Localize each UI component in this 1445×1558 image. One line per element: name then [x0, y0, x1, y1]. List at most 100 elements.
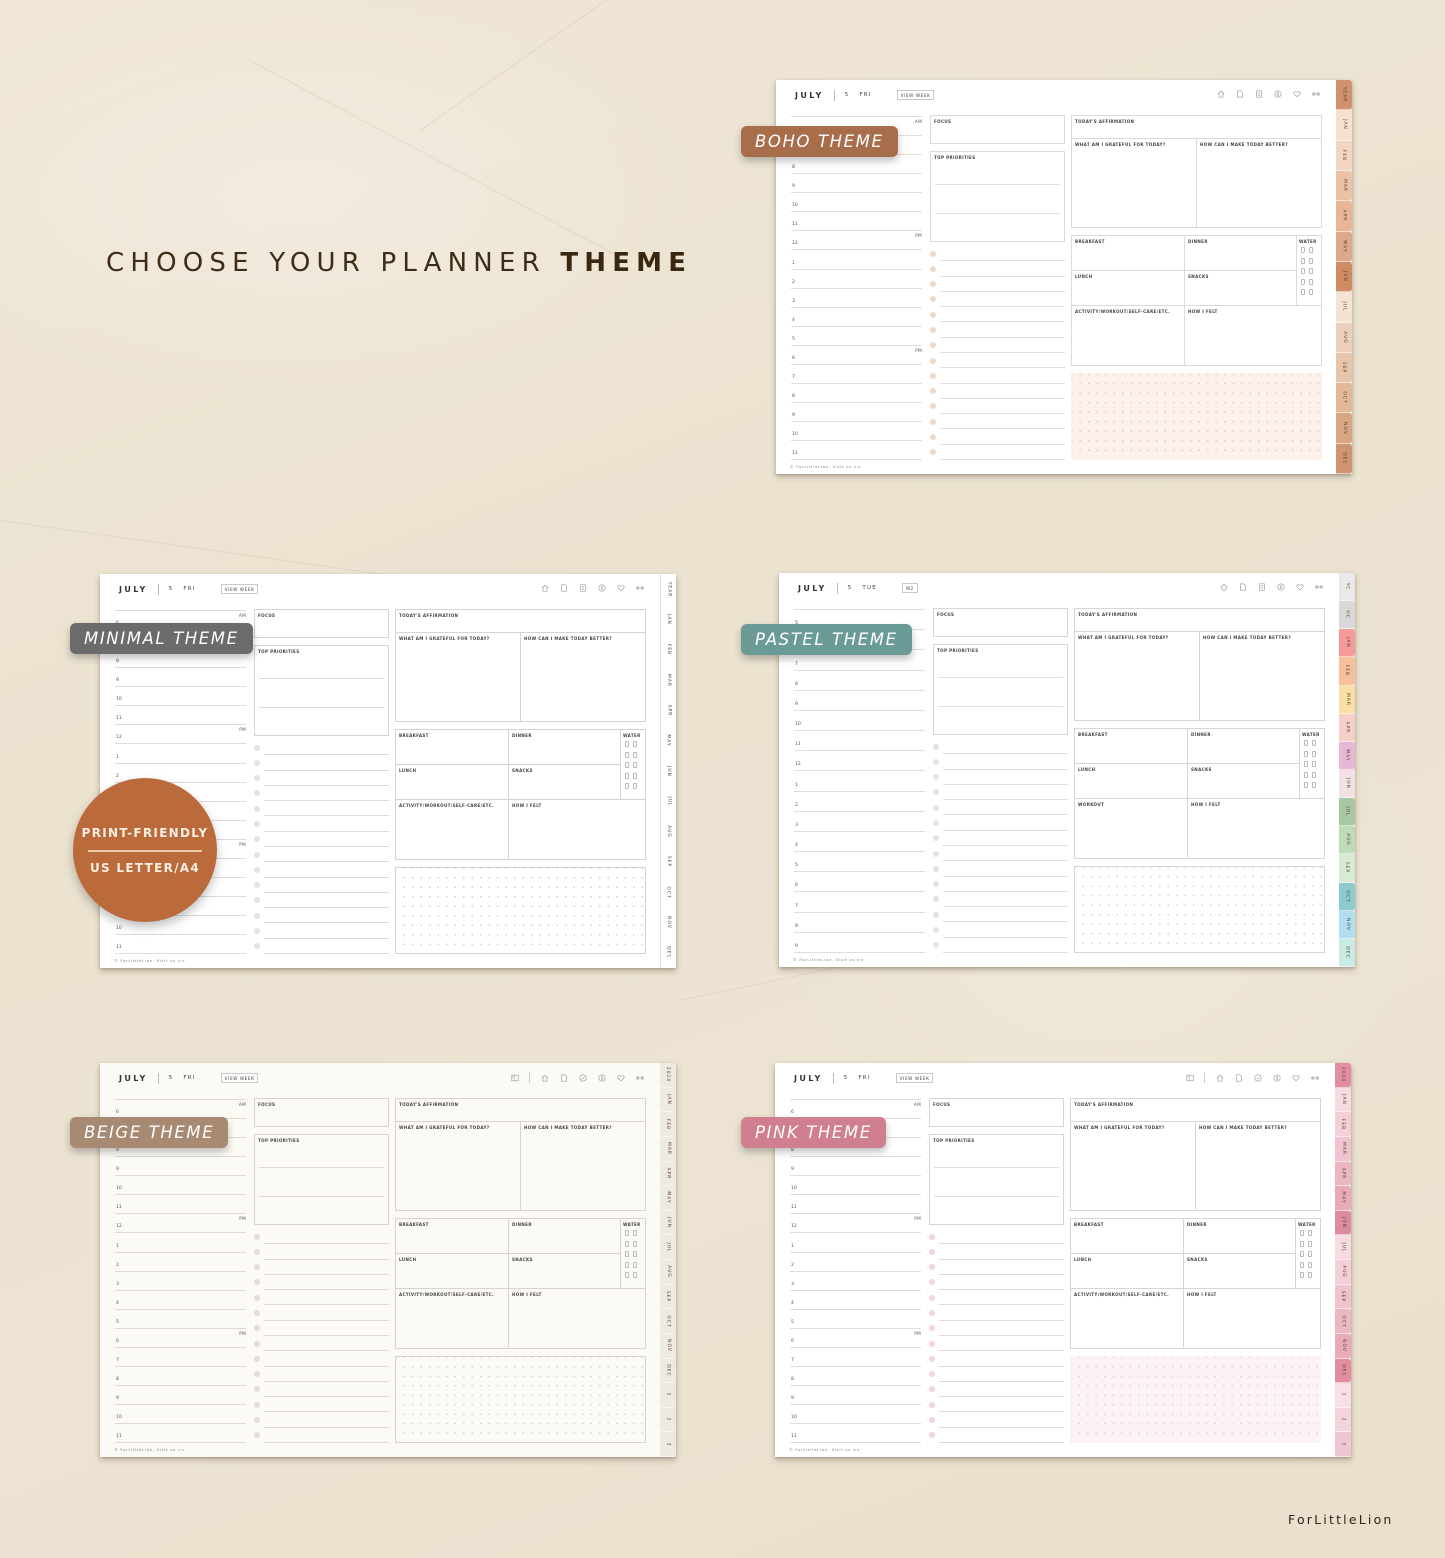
checkbox-dot[interactable] [254, 1432, 260, 1439]
hour-slot[interactable]: 12 PM [791, 230, 922, 249]
home-icon[interactable] [1219, 582, 1228, 591]
todo-item[interactable] [254, 1275, 389, 1291]
water-cup[interactable] [1312, 782, 1316, 788]
checkbox-dot[interactable] [254, 1325, 260, 1332]
todo-item[interactable] [929, 1260, 1064, 1275]
todo-item[interactable] [933, 800, 1068, 816]
water-cup[interactable] [633, 1261, 637, 1268]
todo-item[interactable] [254, 893, 389, 909]
todo-item[interactable] [933, 938, 1068, 953]
checkbox-dot[interactable] [254, 928, 260, 935]
top-priorities-box[interactable]: TOP PRIORITIES [929, 1134, 1064, 1225]
sidebar-icon[interactable] [1185, 1073, 1194, 1082]
checkbox-dot[interactable] [254, 1355, 260, 1362]
water-cup[interactable] [633, 783, 637, 789]
water-cup[interactable] [1304, 750, 1308, 757]
tab-3[interactable]: 3 [1335, 1432, 1351, 1457]
breakfast-box[interactable]: BREAKFAST [1074, 728, 1188, 764]
checkbox-dot[interactable] [929, 1371, 935, 1378]
top-priorities-box[interactable]: TOP PRIORITIES [933, 644, 1068, 735]
todo-item[interactable] [254, 1229, 389, 1245]
todo-item[interactable] [930, 292, 1065, 308]
tab-feb[interactable]: FEB [1335, 1112, 1351, 1137]
todo-item[interactable] [929, 1321, 1064, 1336]
todo-item[interactable] [929, 1351, 1064, 1367]
checkbox-dot[interactable] [254, 866, 260, 873]
tab-dec[interactable]: DEC [660, 1358, 676, 1384]
hour-slot[interactable]: 10 [794, 709, 925, 730]
tab-jun[interactable]: JUN [1336, 261, 1352, 293]
todo-item[interactable] [929, 1397, 1064, 1413]
water-cup[interactable] [1309, 257, 1313, 264]
checkbox-dot[interactable] [930, 388, 936, 395]
view-week-button[interactable]: VIEW WEEK [220, 1073, 259, 1083]
checkbox-dot[interactable] [254, 1279, 260, 1286]
hour-slot[interactable]: 11 [115, 1423, 246, 1444]
tab-sep[interactable]: SEP [1339, 854, 1355, 883]
hour-slot[interactable]: 12 PM [790, 1213, 921, 1232]
tab-hc[interactable]: HC [1339, 601, 1355, 630]
tab-aug[interactable]: AUG [1336, 322, 1352, 353]
hour-slot[interactable]: 11 [115, 934, 246, 955]
tab-nov[interactable]: NOV [1335, 1333, 1351, 1359]
tab-sep[interactable]: SEP [661, 846, 676, 878]
tab-2[interactable]: 2 [660, 1407, 676, 1433]
tab-jun[interactable]: JUN [660, 1210, 676, 1236]
todo-item[interactable] [933, 861, 1068, 877]
tab-oct[interactable]: OCT [661, 877, 676, 908]
notes-icon[interactable] [1257, 582, 1266, 591]
tab-jul[interactable]: JUL [1335, 1235, 1351, 1260]
hour-slot[interactable]: 9 [794, 689, 925, 710]
tab-jan[interactable]: JAN [1335, 1087, 1351, 1113]
hour-slot[interactable]: 2 [791, 268, 922, 288]
snacks-box[interactable]: SNACKS [1183, 1253, 1296, 1289]
tab-aug[interactable]: AUG [660, 1260, 676, 1285]
water-cup[interactable] [625, 783, 629, 789]
activity-box[interactable]: WORKOUT [1074, 798, 1188, 859]
affirmation-box[interactable]: TODAY'S AFFIRMATION [395, 609, 646, 633]
water-cup[interactable] [1301, 257, 1305, 264]
todo-item[interactable] [254, 908, 389, 924]
tab-1[interactable]: 1 [1335, 1383, 1351, 1408]
todo-item[interactable] [254, 801, 389, 817]
water-cup[interactable] [1308, 1240, 1312, 1247]
water-cup[interactable] [1309, 289, 1313, 295]
tab-jun[interactable]: JUN [1339, 769, 1355, 799]
todo-item[interactable] [254, 1382, 389, 1398]
hour-slot[interactable]: 10 [115, 1175, 246, 1194]
todo-item[interactable] [933, 892, 1068, 908]
dot-grid-notes[interactable] [1071, 373, 1322, 460]
todo-item[interactable] [933, 877, 1068, 892]
hour-slot[interactable]: 10 [790, 1175, 921, 1194]
checkbox-dot[interactable] [254, 1401, 260, 1408]
water-cup[interactable] [625, 1272, 629, 1278]
water-cup[interactable] [625, 1240, 629, 1247]
tab-oct[interactable]: OCT [1335, 1309, 1351, 1334]
water-cup[interactable] [1312, 750, 1316, 757]
hour-slot[interactable]: 6 [794, 871, 925, 891]
tab-feb[interactable]: FEB [661, 634, 676, 665]
view-week-button[interactable]: VIEW WEEK [220, 584, 259, 594]
checkbox-dot[interactable] [933, 835, 939, 842]
checkbox-dot[interactable] [930, 311, 936, 318]
tab-jul[interactable]: JUL [1336, 292, 1352, 323]
checkbox-dot[interactable] [254, 1417, 260, 1424]
water-cup[interactable] [633, 751, 637, 758]
water-cup[interactable] [1309, 268, 1313, 274]
hour-slot[interactable]: 1 [794, 770, 925, 790]
snacks-box[interactable]: SNACKS [508, 1253, 621, 1289]
how-felt-box[interactable]: HOW I FELT [1183, 1288, 1321, 1349]
todo-item[interactable] [933, 785, 1068, 801]
hour-slot[interactable]: 7 [790, 1346, 921, 1366]
dollar-icon[interactable] [1273, 89, 1282, 98]
hour-slot[interactable]: 8 [115, 1365, 246, 1385]
checkbox-dot[interactable] [933, 911, 939, 918]
affirmation-box[interactable]: TODAY'S AFFIRMATION [395, 1098, 646, 1122]
how-felt-box[interactable]: HOW I FELT [508, 1288, 646, 1349]
checkbox-dot[interactable] [933, 850, 939, 857]
checkbox-dot[interactable] [933, 865, 939, 872]
hour-slot[interactable]: 11 [794, 730, 925, 750]
checkbox-dot[interactable] [929, 1310, 935, 1317]
dinner-box[interactable]: DINNER [1183, 1218, 1296, 1254]
todo-item[interactable] [254, 740, 389, 756]
